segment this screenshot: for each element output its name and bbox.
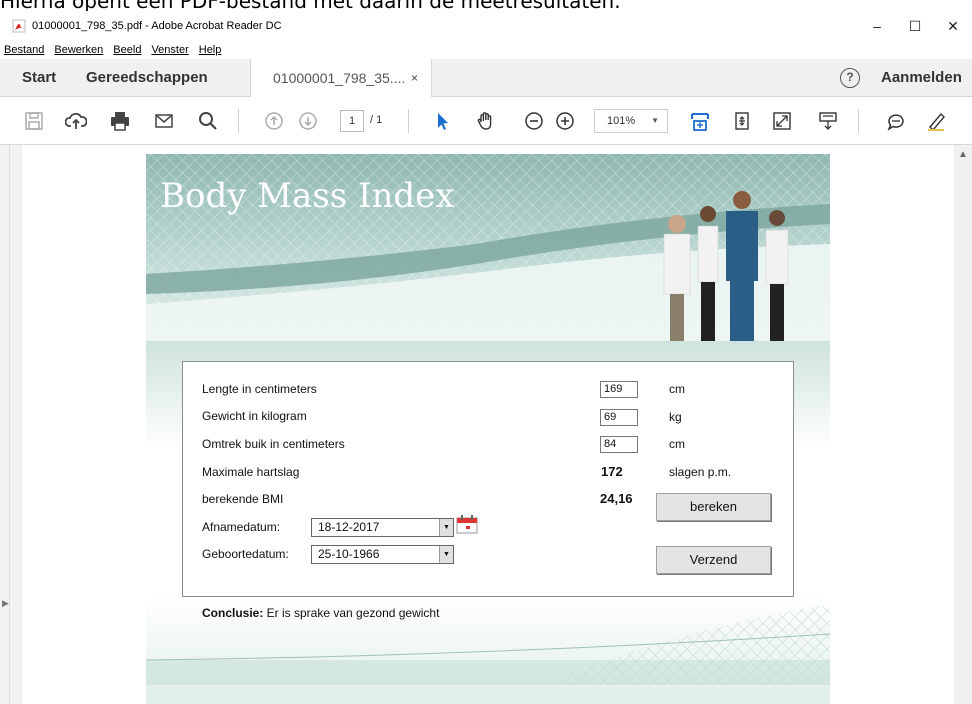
menu-bewerken[interactable]: Bewerken [49,44,108,56]
zoom-out-icon[interactable] [522,109,546,133]
weight-unit: kg [669,410,682,424]
page-total: / 1 [370,114,383,126]
weight-label: Gewicht in kilogram [202,409,307,423]
navigation-panel[interactable]: ▶ [0,145,10,704]
signin-link[interactable]: Aanmelden [881,69,962,86]
window-controls: – ☐ ✕ [858,11,972,41]
menu-bestand[interactable]: Bestand [0,44,49,56]
mail-icon[interactable] [152,109,176,133]
bmi-value: 24,16 [600,491,633,506]
rotate-page-icon[interactable] [730,109,754,133]
heartrate-value: 172 [601,464,623,479]
search-icon[interactable] [196,109,220,133]
banner-title: Body Mass Index [160,176,455,216]
save-icon[interactable] [22,109,46,133]
bmi-banner: Body Mass Index [146,154,830,341]
waist-unit: cm [669,437,685,451]
toolbar-separator [238,109,239,133]
scroll-up-icon[interactable]: ▲ [958,149,968,160]
date-value: 18-12-2017 [318,520,380,534]
menu-beeld[interactable]: Beeld [108,44,146,56]
menu-help[interactable]: Help [194,44,227,56]
maximize-button[interactable]: ☐ [896,11,934,41]
heartrate-label: Maximale hartslag [202,465,300,479]
chevron-down-icon: ▼ [651,116,659,125]
waist-label: Omtrek buik in centimeters [202,437,345,451]
birthdate-label: Geboortedatum: [202,547,289,561]
length-unit: cm [669,382,685,396]
minimize-button[interactable]: – [858,11,896,41]
birthdate-value: 25-10-1966 [318,547,380,561]
acrobat-icon [12,19,26,33]
toolbar-separator [858,109,859,133]
tab-start[interactable]: Start [22,69,56,86]
tab-tools[interactable]: Gereedschappen [86,69,208,86]
close-button[interactable]: ✕ [934,11,972,41]
weight-input[interactable]: 69 [600,409,638,426]
zoom-select[interactable]: 101% ▼ [594,109,668,133]
hand-tool-icon[interactable] [474,109,498,133]
previous-page-icon[interactable] [262,109,286,133]
birthdate-select[interactable]: 25-10-1966 ▼ [311,545,454,564]
print-icon[interactable] [108,109,132,133]
waist-input[interactable]: 84 [600,436,638,453]
fit-page-icon[interactable] [688,109,712,133]
send-button[interactable]: Verzend [656,546,771,574]
vertical-scrollbar[interactable]: ▲ [954,145,972,704]
help-icon[interactable]: ? [840,68,860,88]
calculate-button[interactable]: bereken [656,493,771,521]
date-select[interactable]: 18-12-2017 ▼ [311,518,454,537]
toolbar: 1 / 1 101% ▼ [0,97,972,145]
menu-bar: Bestand Bewerken Beeld Venster Help [0,41,972,59]
zoom-in-icon[interactable] [553,109,577,133]
bottom-decoration [146,604,830,685]
page-number-input[interactable]: 1 [340,110,364,132]
date-label: Afnamedatum: [202,520,281,534]
comment-icon[interactable] [884,109,908,133]
tab-document[interactable]: 01000001_798_35.... × [250,59,432,98]
highlight-pen-icon[interactable] [924,109,948,133]
bmi-label: berekende BMI [202,492,284,506]
calendar-icon[interactable] [456,515,478,534]
tab-document-label: 01000001_798_35.... [273,70,406,86]
expand-panel-icon[interactable]: ▶ [2,598,9,609]
toolbar-separator [408,109,409,133]
title-bar: 01000001_798_35.pdf - Adobe Acrobat Read… [0,11,972,41]
chevron-down-icon[interactable]: ▼ [439,519,453,536]
menu-venster[interactable]: Venster [146,44,193,56]
full-screen-icon[interactable] [770,109,794,133]
tab-bar: Start Gereedschappen 01000001_798_35....… [0,59,972,98]
heartrate-unit: slagen p.m. [669,465,732,479]
doctors-image [663,191,789,341]
tab-close-icon[interactable]: × [411,71,418,85]
length-label: Lengte in centimeters [202,382,317,396]
caption-text: Hierna opent een PDF-bestand met daarin … [0,0,972,11]
next-page-icon[interactable] [296,109,320,133]
chevron-down-icon[interactable]: ▼ [439,546,453,563]
window-title: 01000001_798_35.pdf - Adobe Acrobat Read… [32,20,282,32]
upload-cloud-icon[interactable] [64,109,88,133]
select-cursor-icon[interactable] [430,109,454,133]
length-input[interactable]: 169 [600,381,638,398]
zoom-value: 101% [607,115,636,127]
read-mode-icon[interactable] [816,109,840,133]
